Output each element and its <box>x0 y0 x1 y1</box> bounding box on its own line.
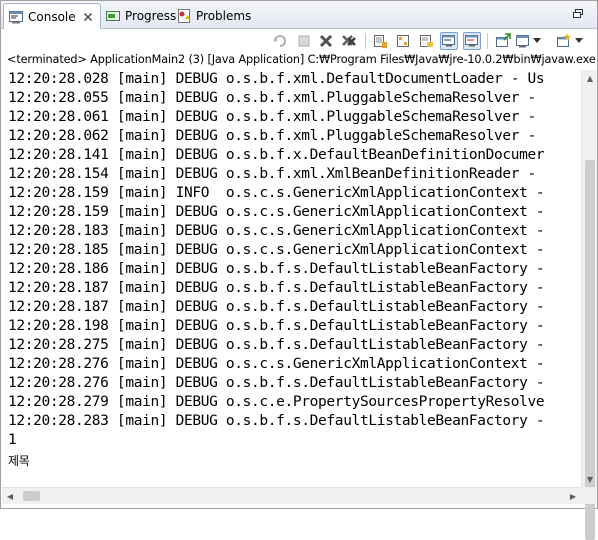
console-line: 12:20:28.028 [main] DEBUG o.s.b.f.xml.De… <box>8 71 545 87</box>
scrollbar-corner <box>581 487 597 504</box>
console-line: 12:20:28.276 [main] DEBUG o.s.b.f.s.Defa… <box>8 375 545 391</box>
console-line: 12:20:28.198 [main] DEBUG o.s.b.f.s.Defa… <box>8 318 545 334</box>
console-icon <box>8 9 24 25</box>
console-line: 12:20:28.141 [main] DEBUG o.s.b.f.x.Defa… <box>8 147 545 163</box>
remove-launch-icon[interactable] <box>271 32 289 50</box>
scroll-right-icon[interactable]: ▶ <box>565 488 581 504</box>
console-line: 12:20:28.283 [main] DEBUG o.s.b.f.s.Defa… <box>8 413 545 429</box>
console-line: 12:20:28.279 [main] DEBUG o.s.c.e.Proper… <box>8 394 545 410</box>
vertical-scrollbar[interactable]: ▲ ▼ <box>581 70 598 540</box>
chevron-down-icon[interactable] <box>573 32 585 50</box>
horizontal-scrollbar[interactable]: ◀ ▶ <box>2 487 581 504</box>
console-line: 12:20:28.187 [main] DEBUG o.s.b.f.s.Defa… <box>8 299 545 315</box>
console-line: 12:20:28.055 [main] DEBUG o.s.b.f.xml.Pl… <box>8 90 536 106</box>
console-line: 12:20:28.159 [main] DEBUG o.s.c.s.Generi… <box>8 204 545 220</box>
console-line: 12:20:28.276 [main] DEBUG o.s.c.s.Generi… <box>8 356 545 372</box>
show-on-stderr-icon[interactable] <box>440 32 458 50</box>
console-toolbar <box>1 29 597 53</box>
display-selected-console-icon[interactable] <box>494 32 512 50</box>
horizontal-scroll-thumb[interactable] <box>23 491 40 501</box>
tab-console-label: Console <box>28 9 76 24</box>
scroll-lock-icon[interactable] <box>371 32 389 50</box>
launch-status-text: <terminated> ApplicationMain2 (3) [Java … <box>7 53 597 66</box>
tab-problems-label: Problems <box>196 9 252 23</box>
scroll-up-icon[interactable]: ▲ <box>582 70 598 86</box>
close-icon[interactable] <box>82 11 94 23</box>
toolbar-separator <box>365 33 366 49</box>
open-console-icon[interactable] <box>555 32 573 50</box>
console-line: 12:20:28.185 [main] DEBUG o.s.c.s.Generi… <box>8 242 545 258</box>
display-selected-console-icon[interactable] <box>514 32 532 50</box>
console-line: 1 <box>8 432 17 448</box>
console-line: 12:20:28.186 [main] DEBUG o.s.b.f.s.Defa… <box>8 261 545 277</box>
show-on-stdout-icon[interactable] <box>417 32 435 50</box>
tab-console[interactable]: Console <box>3 3 101 29</box>
problems-icon <box>176 8 192 24</box>
console-line: 12:20:28.061 [main] DEBUG o.s.b.f.xml.Pl… <box>8 109 536 125</box>
console-line: 12:20:28.187 [main] DEBUG o.s.b.f.s.Defa… <box>8 280 545 296</box>
console-line: 12:20:28.159 [main] INFO o.s.c.s.Generic… <box>8 185 545 201</box>
word-wrap-icon[interactable] <box>394 32 412 50</box>
console-line: 12:20:28.275 [main] DEBUG o.s.b.f.s.Defa… <box>8 337 545 353</box>
console-view: Console Progress Problems <terminated> A… <box>0 0 598 540</box>
tab-progress-label: Progress <box>125 9 177 23</box>
scroll-down-icon[interactable]: ▼ <box>582 471 598 487</box>
view-tab-bar: Console Progress Problems <box>1 1 597 29</box>
console-output[interactable]: 12:20:28.028 [main] DEBUG o.s.b.f.xml.De… <box>2 70 581 487</box>
clear-console-icon[interactable] <box>340 32 358 50</box>
console-line: 12:20:28.183 [main] DEBUG o.s.c.s.Generi… <box>8 223 545 239</box>
console-line: 12:20:28.154 [main] DEBUG o.s.b.f.xml.Xm… <box>8 166 536 182</box>
toolbar-separator <box>487 33 488 49</box>
remove-all-launches-icon[interactable] <box>295 32 313 50</box>
restore-view-icon[interactable] <box>571 7 585 21</box>
chevron-down-icon[interactable] <box>531 32 543 50</box>
console-line: 12:20:28.062 [main] DEBUG o.s.b.f.xml.Pl… <box>8 128 536 144</box>
scroll-left-icon[interactable]: ◀ <box>2 488 18 504</box>
terminate-icon[interactable] <box>317 32 335 50</box>
tab-problems[interactable]: Problems <box>172 4 257 28</box>
pin-console-icon[interactable] <box>463 32 481 50</box>
console-line: 제목 <box>8 454 30 468</box>
tab-progress[interactable]: Progress <box>101 4 182 28</box>
progress-icon <box>105 8 121 24</box>
